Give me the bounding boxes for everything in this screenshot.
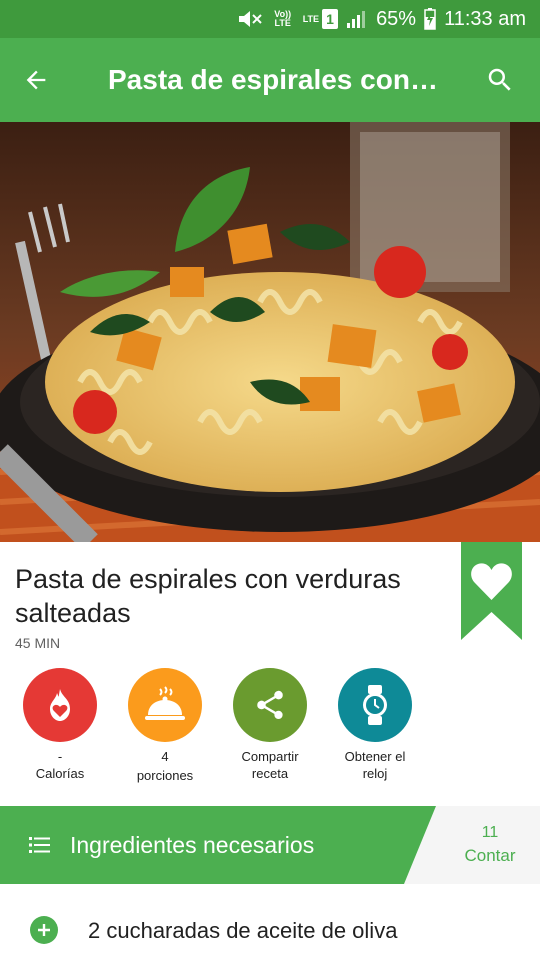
- lte-indicator: LTE 1: [302, 0, 339, 38]
- recipe-photo: [0, 122, 540, 542]
- clock: 11:33 am: [444, 7, 526, 30]
- calories-label: Calorías: [35, 766, 85, 781]
- battery-icon: [424, 0, 436, 38]
- calories-circle: [23, 668, 97, 742]
- get-watch-label: Obtener el reloj: [344, 749, 406, 781]
- servings-circle: [128, 668, 202, 742]
- recipe-actions: - Calorías 4 porciones Compartir receta: [0, 668, 540, 788]
- add-ingredient-button[interactable]: [30, 916, 58, 944]
- sim-badge: 1: [322, 9, 339, 29]
- watch-icon: [363, 685, 387, 725]
- share-circle: [233, 668, 307, 742]
- get-watch-action[interactable]: Obtener el reloj: [323, 668, 427, 782]
- share-icon: [257, 690, 283, 720]
- ingredient-count-label: Contar: [464, 846, 516, 865]
- calories-value: -: [57, 749, 63, 764]
- status-icons: Vo)) LTE LTE 1 65% 11:33 am: [237, 0, 526, 38]
- mute-icon: [237, 0, 263, 38]
- servings-action[interactable]: 4 porciones: [113, 668, 217, 784]
- lte-label: LTE: [302, 13, 320, 24]
- calories-icon: [50, 689, 70, 721]
- share-recipe-action[interactable]: Compartir receta: [218, 668, 322, 782]
- ingredient-count: 11 Contar: [404, 806, 540, 884]
- ingredients-header[interactable]: Ingredientes necesarios 11 Contar: [0, 806, 540, 884]
- search-button[interactable]: [480, 60, 520, 100]
- plus-icon: [38, 924, 50, 936]
- servings-value: 4: [161, 749, 169, 764]
- ingredient-count-number: 11: [481, 824, 499, 841]
- share-recipe-label: Compartir receta: [241, 749, 299, 781]
- signal-icon: [346, 0, 368, 38]
- search-icon: [488, 68, 511, 91]
- ingredients-header-label: Ingredientes necesarios: [70, 832, 315, 858]
- volte-indicator: Vo)) LTE: [274, 9, 292, 28]
- app-bar: Pasta de espirales con verduras salteada…: [0, 38, 540, 122]
- arrow-back-icon: [26, 70, 46, 90]
- battery-percent: 65%: [376, 7, 417, 30]
- ingredient-row[interactable]: 2 cucharadas de aceite de oliva: [0, 900, 540, 960]
- page-title: Pasta de espirales con verduras salteada…: [108, 64, 438, 95]
- favorite-bookmark-button[interactable]: [461, 542, 522, 640]
- servings-label: porciones: [136, 768, 194, 783]
- recipe-time: 45 MIN: [15, 635, 61, 651]
- serving-dish-icon: [145, 686, 185, 720]
- calories-action[interactable]: - Calorías: [8, 668, 112, 782]
- ingredient-text: 2 cucharadas de aceite de oliva: [88, 918, 398, 943]
- back-button[interactable]: [16, 60, 56, 100]
- recipe-title: Pasta de espirales con verduras salteada…: [15, 564, 401, 628]
- list-icon: [29, 837, 50, 853]
- status-bar: Vo)) LTE LTE 1 65% 11:33 am: [0, 0, 540, 38]
- watch-circle: [338, 668, 412, 742]
